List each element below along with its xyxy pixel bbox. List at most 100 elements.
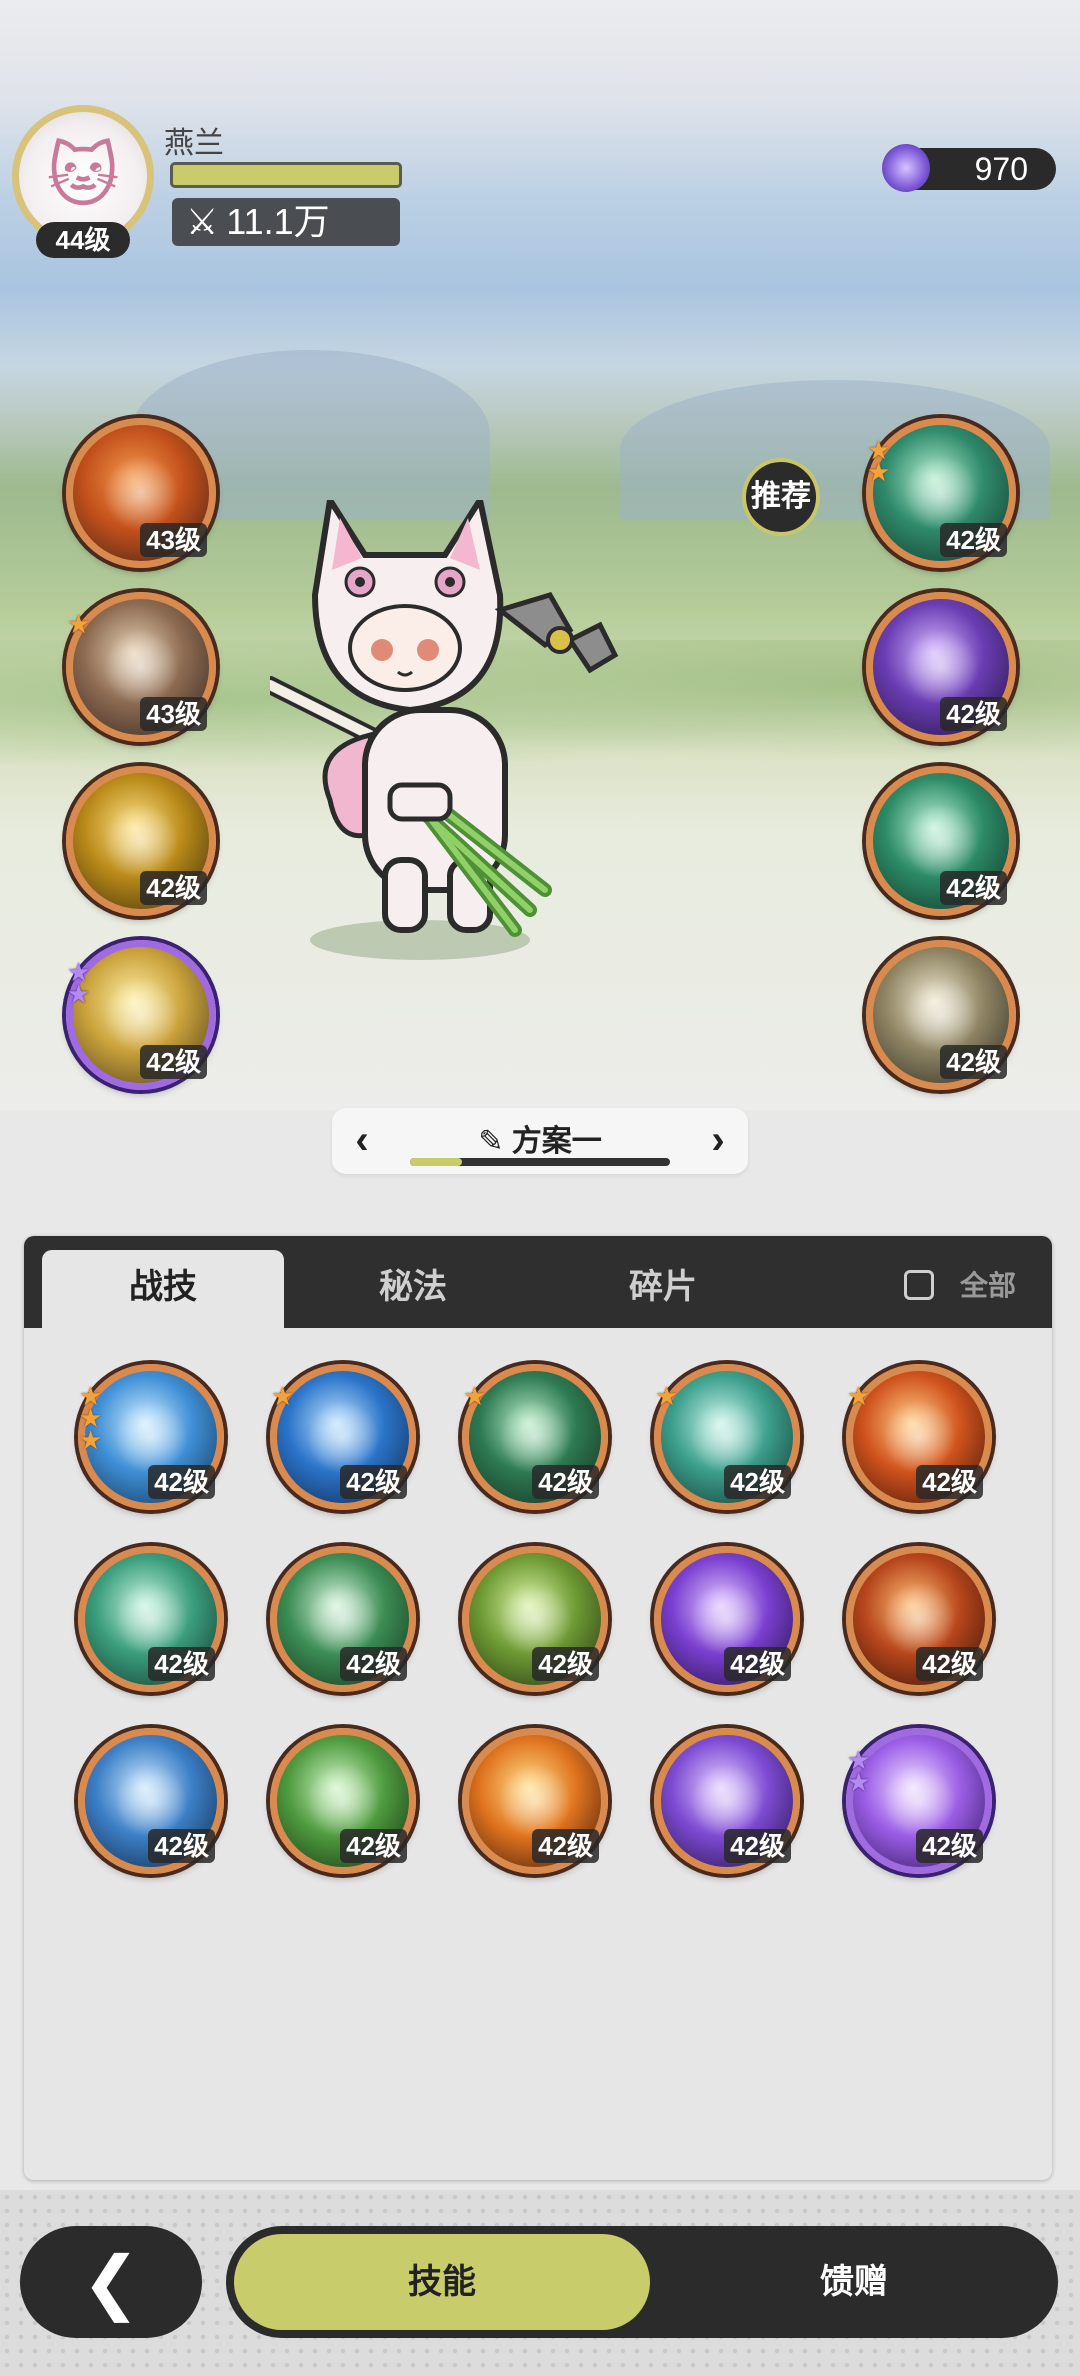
show-all-label: 全部 xyxy=(960,1270,1017,1301)
tab-secret-arts[interactable]: 秘法 xyxy=(292,1250,534,1328)
thorn-vine-icon xyxy=(498,1400,572,1474)
right-skill-slot[interactable]: 42级 xyxy=(866,592,1016,742)
right-skill-slot[interactable]: 42级 xyxy=(866,766,1016,916)
show-all-checkbox[interactable] xyxy=(904,1270,934,1300)
crystal-icon xyxy=(102,802,180,880)
skill-level-label: 42级 xyxy=(140,1045,207,1079)
rank-star-icon: ★ ★ ★ xyxy=(79,1381,103,1455)
left-skill-slot[interactable]: ★ 43级 xyxy=(66,592,216,742)
skill-level-label: 42级 xyxy=(148,1647,215,1681)
currency-amount: 970 xyxy=(974,151,1028,187)
purple-vortex-icon xyxy=(690,1764,764,1838)
skill-level-label: 42级 xyxy=(532,1465,599,1499)
crossed-swords-icon: ⚔ xyxy=(186,201,219,242)
skill-level-label: 42级 xyxy=(724,1465,791,1499)
plan-progress-bar xyxy=(410,1158,670,1166)
ice-splash-icon xyxy=(114,1400,188,1474)
skill-level-label: 43级 xyxy=(140,697,207,731)
skill-card[interactable]: ★ 42级 xyxy=(270,1364,416,1510)
rank-star-icon: ★ ★ xyxy=(847,1745,871,1797)
rank-star-icon: ★ xyxy=(271,1381,295,1411)
edit-pencil-icon: ✎ xyxy=(478,1125,512,1158)
skill-level-label: 42级 xyxy=(724,1647,791,1681)
rank-star-icon: ★ xyxy=(67,609,91,639)
skill-level-label: 42级 xyxy=(148,1829,215,1863)
tab-bar: 战技 秘法 碎片 全部 xyxy=(24,1236,1052,1328)
skill-card[interactable]: ★ 42级 xyxy=(654,1364,800,1510)
skill-card[interactable]: 42级 xyxy=(462,1546,608,1692)
water-wave-icon xyxy=(306,1400,380,1474)
whirlpool-icon xyxy=(690,1400,764,1474)
skill-level-label: 42级 xyxy=(148,1465,215,1499)
skill-card[interactable]: ★ 42级 xyxy=(846,1364,992,1510)
left-skill-slot[interactable]: 42级 xyxy=(66,766,216,916)
wind-slash-icon xyxy=(114,1582,188,1656)
skill-card[interactable]: 42级 xyxy=(78,1728,224,1874)
recommend-button[interactable]: 推荐 xyxy=(742,458,820,536)
skill-card[interactable]: 42级 xyxy=(654,1546,800,1692)
skills-tab-button[interactable]: 技能 xyxy=(234,2234,650,2330)
plan-name: 方案一 xyxy=(511,1125,602,1158)
heal-cross-icon xyxy=(306,1582,380,1656)
plan-progress-fill xyxy=(410,1158,462,1166)
wolf-fire-icon xyxy=(102,454,180,532)
player-level-badge: 44级 xyxy=(36,222,130,258)
skill-level-label: 42级 xyxy=(940,1045,1007,1079)
cards-icon xyxy=(102,628,180,706)
cat-character xyxy=(270,500,619,960)
player-hp-bar xyxy=(170,162,402,188)
skill-level-label: 42级 xyxy=(916,1647,983,1681)
right-skill-slot[interactable]: ★ ★ 42级 xyxy=(866,418,1016,568)
fire-orb-icon xyxy=(498,1764,572,1838)
skills-panel: 战技 秘法 碎片 全部 ★ ★ ★ 42级 ★ 42级 ★ 42级 ★ 42级 ★ 42级 42级 42级… xyxy=(24,1236,1052,2180)
skill-level-label: 42级 xyxy=(340,1647,407,1681)
combat-power-value: 11.1万 xyxy=(226,201,330,242)
skill-level-label: 42级 xyxy=(916,1829,983,1863)
shield-icon xyxy=(902,454,980,532)
skill-card[interactable]: ★ 42级 xyxy=(462,1364,608,1510)
rank-star-icon: ★ xyxy=(655,1381,679,1411)
fist-icon xyxy=(902,628,980,706)
ice-shard-icon xyxy=(114,1764,188,1838)
heart-icon xyxy=(902,802,980,880)
skill-card[interactable]: 42级 xyxy=(654,1728,800,1874)
skill-level-label: 42级 xyxy=(724,1829,791,1863)
green-slash-icon xyxy=(306,1764,380,1838)
rank-star-icon: ★ xyxy=(463,1381,487,1411)
plan-selector: ‹ ✎ 方案一 › xyxy=(332,1108,748,1174)
skill-card[interactable]: 42级 xyxy=(78,1546,224,1692)
plan-next-button[interactable]: › xyxy=(698,1118,738,1162)
ring-icon xyxy=(902,976,980,1054)
player-name: 燕兰 xyxy=(164,127,224,160)
skill-card[interactable]: ★ ★ 42级 xyxy=(846,1728,992,1874)
tab-fragments[interactable]: 碎片 xyxy=(542,1250,784,1328)
rank-star-icon: ★ ★ xyxy=(867,435,891,487)
skill-level-label: 42级 xyxy=(940,697,1007,731)
rank-star-icon: ★ ★ xyxy=(67,957,91,1009)
skill-card[interactable]: 42级 xyxy=(846,1546,992,1692)
gift-tab-button[interactable]: 馈赠 xyxy=(658,2234,1050,2330)
skill-level-label: 42级 xyxy=(532,1829,599,1863)
eye-icon xyxy=(690,1582,764,1656)
back-button[interactable]: ❮ xyxy=(20,2226,202,2338)
currency-display[interactable]: 970 xyxy=(882,144,1056,192)
left-skill-slot[interactable]: ★ ★ 42级 xyxy=(66,940,216,1090)
gem-icon xyxy=(882,144,930,192)
bottom-segment-control: 技能 馈赠 xyxy=(226,2226,1058,2338)
skill-level-label: 42级 xyxy=(940,871,1007,905)
right-skill-slot[interactable]: 42级 xyxy=(866,940,1016,1090)
chevron-left-icon: ❮ xyxy=(81,2243,141,2321)
skill-card[interactable]: 42级 xyxy=(270,1728,416,1874)
skill-level-label: 43级 xyxy=(140,523,207,557)
fire-swirl-icon xyxy=(882,1582,956,1656)
skill-level-label: 42级 xyxy=(340,1465,407,1499)
left-skill-slot[interactable]: 43级 xyxy=(66,418,216,568)
tab-combat-skills[interactable]: 战技 xyxy=(42,1250,284,1328)
skill-card[interactable]: ★ ★ ★ 42级 xyxy=(78,1364,224,1510)
plan-name-row[interactable]: ✎ 方案一 xyxy=(332,1116,748,1160)
cat-avatar-icon: 🐱 xyxy=(46,137,120,215)
skill-card[interactable]: 42级 xyxy=(462,1728,608,1874)
rank-star-icon: ★ xyxy=(847,1381,871,1411)
skill-card[interactable]: 42级 xyxy=(270,1546,416,1692)
scroll-icon xyxy=(498,1582,572,1656)
